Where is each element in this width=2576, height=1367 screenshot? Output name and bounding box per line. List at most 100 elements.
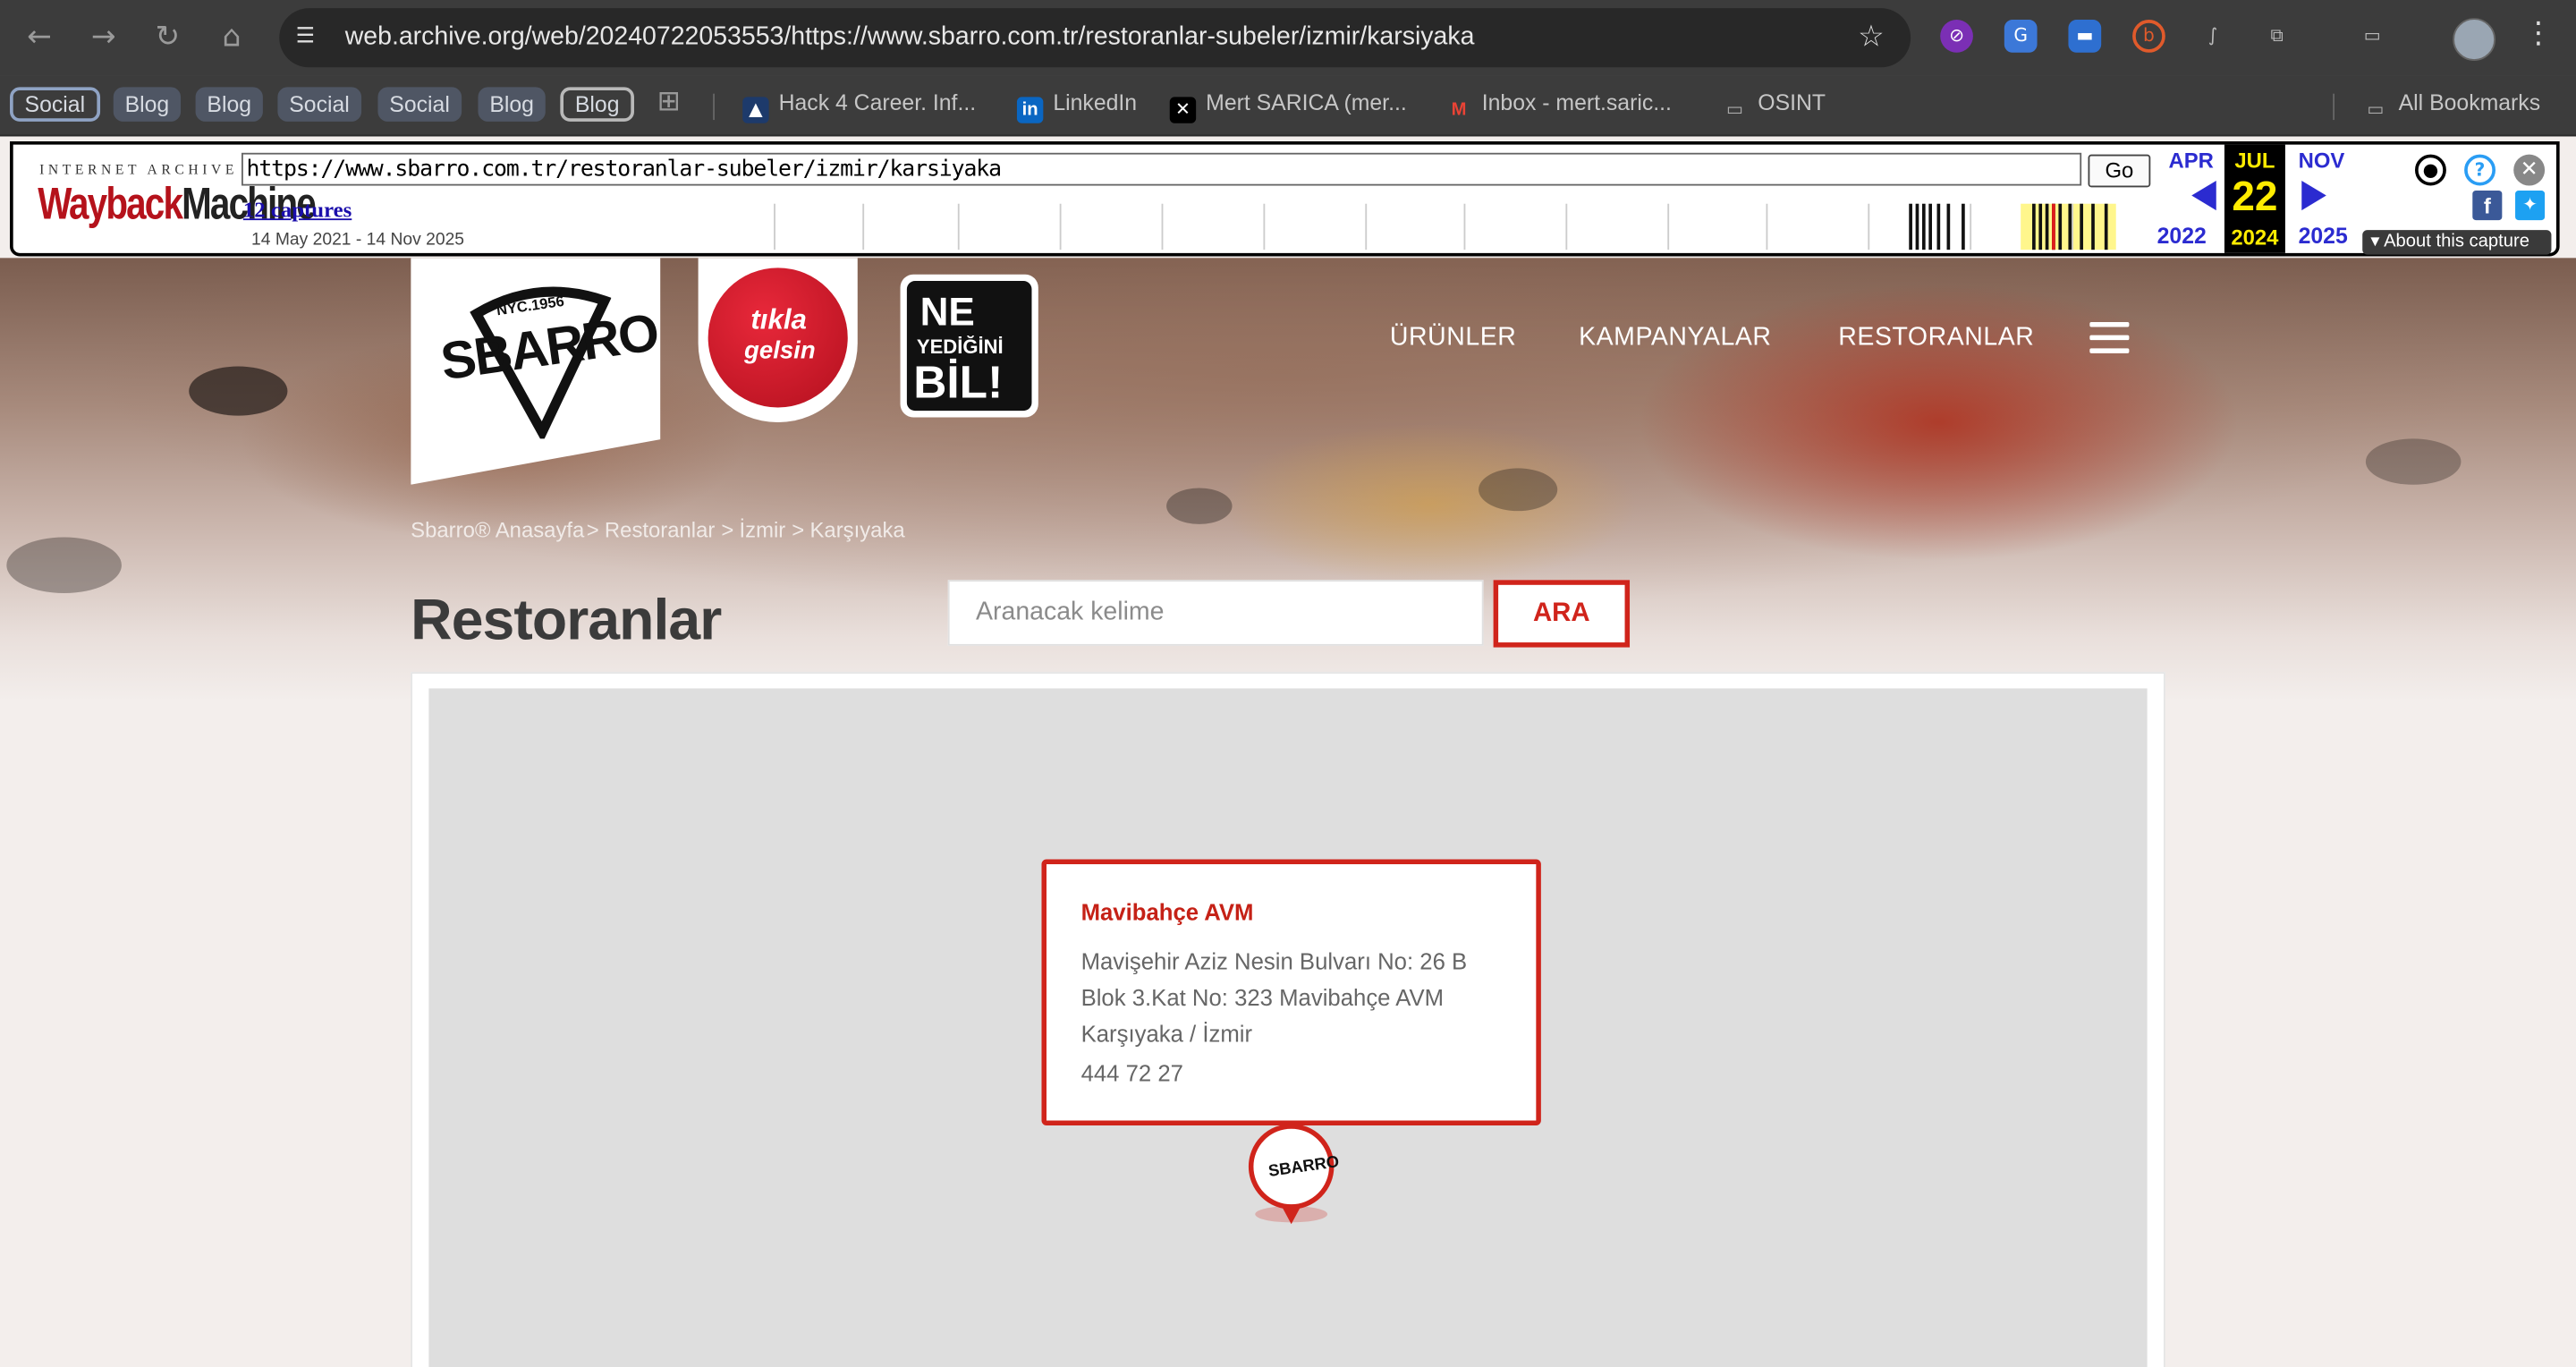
map-pin-label: SBARRO (1267, 1153, 1341, 1182)
search-button[interactable]: ARA (1493, 580, 1631, 648)
bookmark-label: Mert SARICA (mer... (1206, 90, 1407, 115)
extension-leaf-icon[interactable]: ∫ (2197, 20, 2230, 53)
apps-grid-icon[interactable]: ⊞ (657, 85, 681, 118)
address-bar[interactable]: ☰ web.archive.org/web/20240722053553/htt… (279, 8, 1911, 68)
bookmark-star-icon[interactable]: ☆ (1858, 20, 1885, 55)
bookmark-folder-osint[interactable]: ▭ OSINT (1722, 90, 1826, 123)
sparkline-year-divider (1766, 203, 1768, 250)
sparkline-capture-bar (2104, 203, 2108, 250)
tikla-text: tıkla (750, 303, 807, 335)
sparkline-current-capture (2052, 203, 2055, 250)
nav-kampanyalar[interactable]: KAMPANYALAR (1579, 324, 1771, 353)
about-capture-label: About this capture (2384, 231, 2529, 251)
close-icon[interactable]: ✕ (2513, 154, 2546, 186)
reload-icon[interactable]: ↻ (149, 20, 185, 55)
address-url[interactable]: web.archive.org/web/20240722053553/https… (345, 23, 1475, 53)
user-account-icon[interactable]: ● (2415, 154, 2446, 186)
store-name[interactable]: Mavibahçe AVM (1081, 899, 1254, 925)
current-capture-date: JUL 22 2024 (2224, 144, 2285, 253)
next-year[interactable]: 2025 (2299, 224, 2348, 249)
sparkline-year-divider (957, 203, 960, 250)
sparkline-year-divider (1263, 203, 1266, 250)
captures-link[interactable]: 12 captures (243, 197, 352, 223)
ne-yedigini-bil-logo[interactable]: NE YEDİĞİNİ BİL! (900, 274, 1038, 418)
translate-icon[interactable]: G (2004, 20, 2038, 53)
prev-capture-arrow-icon[interactable] (2191, 181, 2216, 211)
sparkline-year-divider (1565, 203, 1568, 250)
twitter-icon[interactable]: ✦ (2515, 191, 2546, 221)
hamburger-menu-icon[interactable] (2089, 321, 2130, 355)
bookmark-blog[interactable]: Blog (478, 87, 546, 122)
next-capture-arrow-icon[interactable] (2301, 181, 2326, 211)
all-bookmarks[interactable]: ▭ All Bookmarks (2362, 90, 2540, 123)
nav-urunler[interactable]: ÜRÜNLER (1390, 324, 1516, 353)
extension-block-icon[interactable]: ⊘ (1940, 20, 1973, 53)
background-olive (6, 537, 122, 593)
extension-screen-icon[interactable]: ▬ (2068, 20, 2102, 53)
tab-search-icon[interactable]: ▭ (2356, 20, 2389, 53)
bookmark-label: OSINT (1758, 90, 1826, 115)
about-capture-button[interactable]: ▾ About this capture (2362, 230, 2552, 255)
background-olive (1479, 468, 1558, 512)
x-icon: ✕ (1169, 97, 1197, 123)
browser-menu-icon[interactable]: ⋮ (2523, 16, 2553, 51)
breadcrumb-home[interactable]: Sbarro® Anasayfa (411, 518, 584, 543)
sparkline-capture-bar (1936, 203, 1940, 250)
wayback-go-button[interactable]: Go (2088, 154, 2151, 188)
hack4career-icon: ▲ (742, 97, 769, 123)
profile-avatar[interactable] (2453, 18, 2496, 61)
bookmarks-bar: Social Blog Blog Social Social Blog Blog… (0, 75, 2576, 137)
prev-year[interactable]: 2022 (2157, 224, 2207, 249)
forward-icon[interactable]: → (86, 20, 122, 55)
store-address-line: Blok 3.Kat No: 323 Mavibahçe AVM (1080, 984, 1445, 1011)
sparkline-year-divider (862, 203, 865, 250)
site-settings-icon[interactable]: ☰ (296, 23, 326, 53)
sbarro-logo[interactable]: NYC.1956 SBARRO (411, 258, 661, 485)
current-day: 22 (2232, 174, 2278, 221)
breadcrumb-separator: > (792, 517, 805, 543)
sparkline-year-divider (1365, 203, 1368, 250)
store-phone[interactable]: 444 72 27 (1081, 1060, 1183, 1086)
page-title: Restoranlar (411, 588, 722, 653)
extensions-puzzle-icon[interactable]: ⧉ (2260, 20, 2293, 53)
help-icon[interactable]: ? (2464, 154, 2496, 186)
bookmark-social[interactable]: Social (10, 87, 100, 122)
map-pin-badge: SBARRO (1248, 1124, 1341, 1210)
breadcrumb-restoranlar[interactable]: Restoranlar (605, 518, 715, 543)
sparkline-capture-bar (2058, 203, 2062, 250)
breadcrumb-separator: > (721, 517, 734, 543)
sparkline-capture-bar (2045, 203, 2049, 250)
current-year: 2024 (2231, 225, 2279, 250)
search-input[interactable]: Aranacak kelime (947, 580, 1484, 646)
bookmark-gmail[interactable]: M Inbox - mert.saric... (1445, 90, 1672, 123)
nav-restoranlar[interactable]: RESTORANLAR (1838, 324, 2034, 353)
bookmark-blog[interactable]: Blog (113, 87, 182, 122)
bookmark-hack4career[interactable]: ▲ Hack 4 Career. Inf... (742, 90, 976, 123)
bookmark-social[interactable]: Social (277, 87, 361, 122)
bookmark-x-profile[interactable]: ✕ Mert SARICA (mer... (1169, 90, 1407, 123)
ne-text: NE (919, 291, 975, 335)
back-icon[interactable]: ← (21, 20, 57, 55)
breadcrumb-izmir[interactable]: İzmir (740, 518, 786, 543)
next-month[interactable]: NOV (2299, 148, 2345, 173)
facebook-icon[interactable]: f (2472, 191, 2503, 221)
capture-sparkline[interactable] (760, 200, 2116, 250)
bookmark-linkedin[interactable]: in LinkedIn (1016, 90, 1137, 123)
home-icon[interactable]: ⌂ (214, 20, 250, 55)
tikla-gelsin-logo[interactable]: tıkla gelsin (698, 258, 858, 422)
extension-b-icon[interactable]: b (2132, 20, 2165, 53)
wayback-url-input[interactable]: https://www.sbarro.com.tr/restoranlar-su… (242, 152, 2082, 186)
prev-month[interactable]: APR (2168, 148, 2213, 173)
gmail-icon: M (1451, 100, 1467, 121)
sparkline-year-divider (1970, 203, 1972, 250)
wayback-logo-wayback: Wayback (38, 177, 183, 229)
bookmark-blog[interactable]: Blog (195, 87, 263, 122)
bil-text: BİL! (913, 356, 1004, 408)
bookmark-blog[interactable]: Blog (560, 87, 635, 122)
background-olive (2365, 438, 2462, 485)
sparkline-capture-bar (2038, 203, 2042, 250)
map-pin-icon[interactable]: SBARRO (1248, 1124, 1341, 1229)
captures-range: 14 May 2021 - 14 Nov 2025 (251, 230, 465, 250)
bookmark-social[interactable]: Social (377, 87, 462, 122)
bookmark-label: Hack 4 Career. Inf... (778, 90, 977, 115)
